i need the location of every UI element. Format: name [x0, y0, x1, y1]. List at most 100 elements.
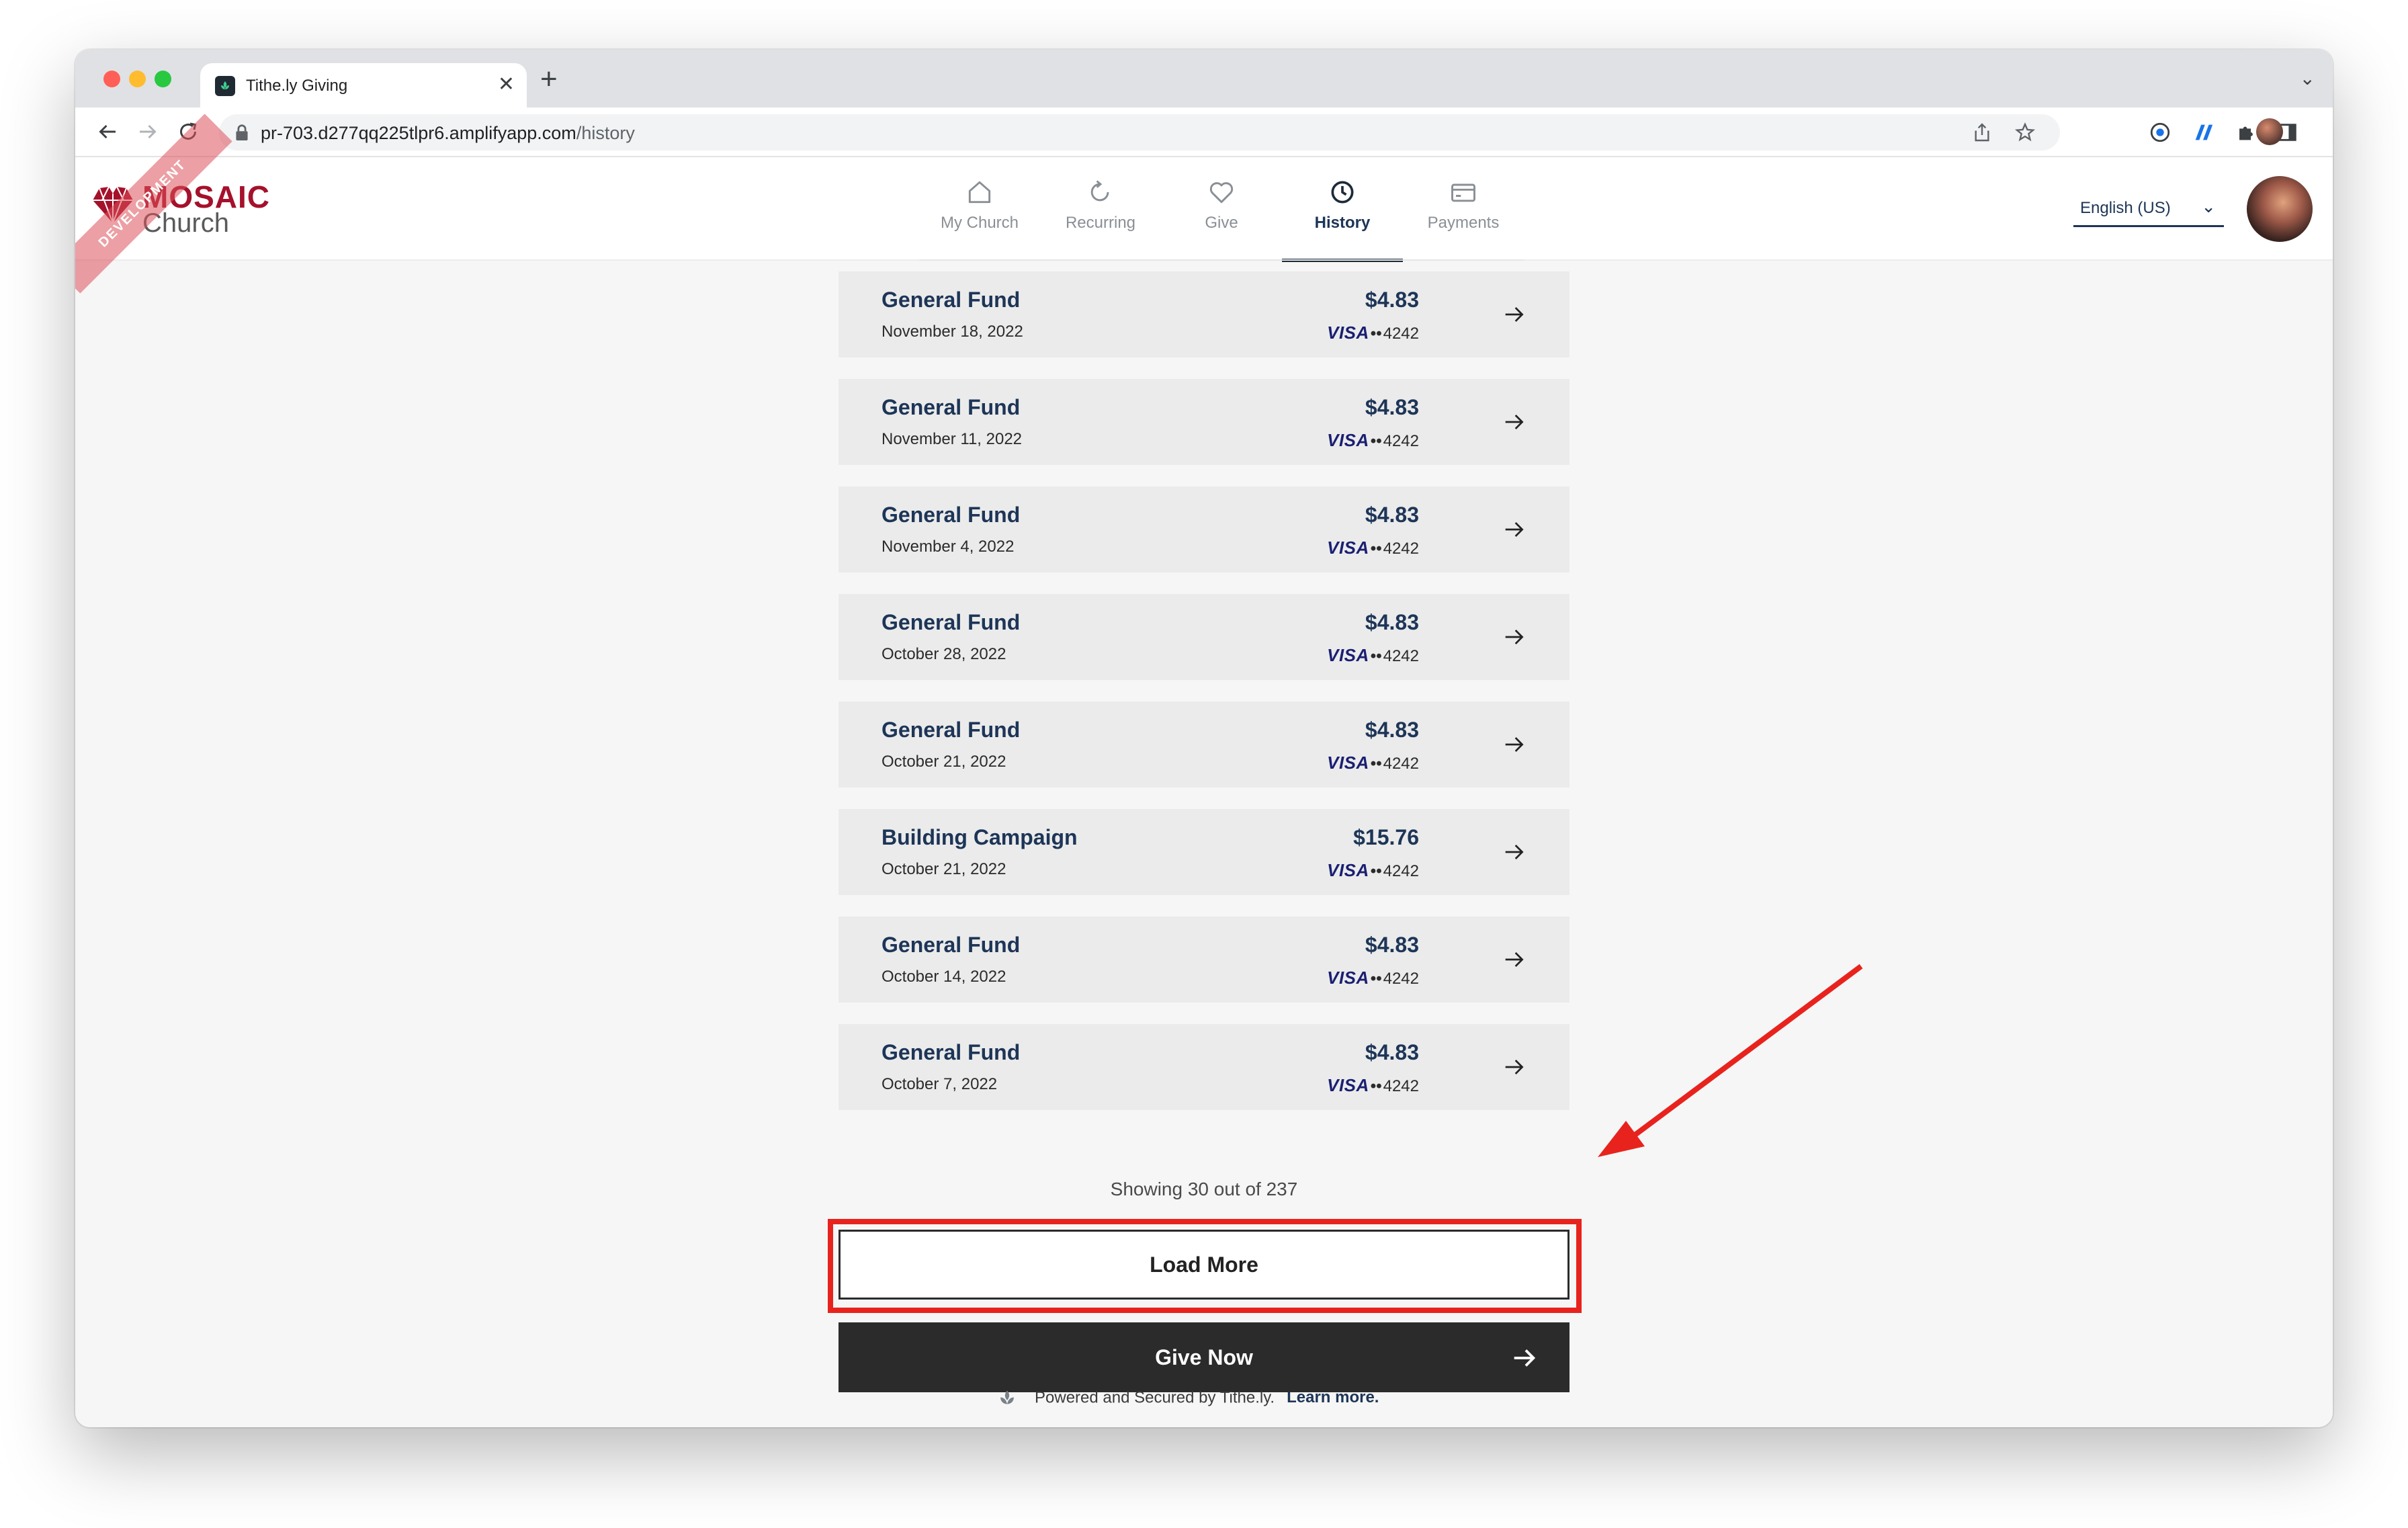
gift-date: November 11, 2022 [882, 430, 1023, 448]
nav-my-church[interactable]: My Church [919, 157, 1040, 261]
browser-tab[interactable]: Tithe.ly Giving ✕ [200, 63, 527, 108]
load-more-button[interactable]: Load More [838, 1230, 1570, 1300]
fund-name: Building Campaign [882, 825, 1078, 849]
user-avatar[interactable] [2247, 176, 2313, 242]
url-text: pr-703.d277qq225tlpr6.amplifyapp.com/his… [261, 123, 635, 143]
visa-logo-icon: VISA [1327, 860, 1369, 880]
gift-amount: $4.83 [1365, 395, 1419, 419]
give-now-button[interactable]: Give Now [838, 1322, 1570, 1392]
browser-profile-avatar[interactable] [2256, 118, 2283, 145]
history-row[interactable]: General Fund October 7, 2022 $4.83 VISA•… [838, 1024, 1570, 1110]
extension-1-icon[interactable] [2149, 121, 2172, 144]
nav-label: My Church [940, 214, 1019, 232]
arrow-right-icon[interactable] [1501, 516, 1528, 543]
page: MOSAIC Church DEVELOPMENT My Church Recu… [75, 114, 2333, 1427]
gift-amount: $4.83 [1365, 288, 1419, 312]
app-header: MOSAIC Church DEVELOPMENT My Church Recu… [75, 114, 2333, 294]
visa-logo-icon: VISA [1327, 968, 1369, 988]
arrow-right-icon[interactable] [1501, 409, 1528, 435]
arrow-right-icon[interactable] [1501, 1054, 1528, 1080]
visa-logo-icon: VISA [1327, 538, 1369, 558]
gift-amount: $4.83 [1365, 610, 1419, 634]
fund-name: General Fund [882, 933, 1021, 957]
fund-name: General Fund [882, 503, 1021, 527]
fund-name: General Fund [882, 395, 1021, 419]
card-info: VISA••4242 [1327, 860, 1419, 880]
extensions-puzzle-icon[interactable] [2235, 121, 2258, 144]
tithely-favicon-icon [215, 76, 235, 96]
visa-logo-icon: VISA [1327, 753, 1369, 773]
fund-name: General Fund [882, 718, 1021, 742]
history-row[interactable]: General Fund October 21, 2022 $4.83 VISA… [838, 702, 1570, 788]
gift-date: October 14, 2022 [882, 968, 1006, 986]
arrow-right-icon[interactable] [1501, 839, 1528, 865]
learn-more-link[interactable]: Learn more. [1287, 1388, 1379, 1406]
arrow-right-icon[interactable] [1501, 301, 1528, 328]
history-list: General Fund November 18, 2022 $4.83 VIS… [838, 271, 1570, 1132]
showing-count: Showing 30 out of 237 [1110, 1179, 1298, 1199]
history-row[interactable]: General Fund November 11, 2022 $4.83 VIS… [838, 379, 1570, 465]
nav-label: History [1314, 214, 1371, 232]
card-info: VISA••4242 [1327, 968, 1419, 988]
arrow-right-icon[interactable] [1501, 946, 1528, 973]
fund-name: General Fund [882, 288, 1021, 312]
lock-icon[interactable] [234, 123, 250, 142]
main-nav: My Church Recurring Give History Payment… [919, 157, 1524, 262]
arrow-right-icon [1514, 1349, 1536, 1367]
gift-amount: $15.76 [1353, 825, 1419, 849]
bookmark-star-icon[interactable] [2014, 122, 2036, 143]
tab-title: Tithe.ly Giving [246, 77, 348, 95]
tithely-leaf-icon [1000, 1390, 1014, 1404]
tab-close-icon[interactable]: ✕ [498, 73, 515, 97]
forward-icon[interactable] [136, 120, 160, 144]
language-select[interactable]: English (US) ⌄ [2073, 195, 2224, 227]
history-row[interactable]: General Fund October 28, 2022 $4.83 VISA… [838, 594, 1570, 680]
gift-amount: $4.83 [1365, 718, 1419, 742]
nav-divider [919, 259, 1524, 261]
card-info: VISA••4242 [1327, 753, 1419, 773]
nav-history[interactable]: History [1282, 157, 1403, 262]
card-info: VISA••4242 [1327, 645, 1419, 665]
close-window-button[interactable] [103, 71, 120, 87]
chevron-down-icon: ⌄ [2201, 196, 2216, 216]
back-icon[interactable] [95, 120, 120, 144]
minimize-window-button[interactable] [129, 71, 146, 87]
card-info: VISA••4242 [1327, 430, 1419, 450]
browser-toolbar: pr-703.d277qq225tlpr6.amplifyapp.com/his… [75, 108, 2333, 157]
visa-logo-icon: VISA [1327, 1075, 1369, 1095]
nav-payments[interactable]: Payments [1403, 157, 1524, 261]
maximize-window-button[interactable] [155, 71, 171, 87]
history-row[interactable]: General Fund November 18, 2022 $4.83 VIS… [838, 271, 1570, 357]
nav-label: Give [1205, 214, 1238, 232]
gift-date: October 7, 2022 [882, 1075, 998, 1093]
gift-date: November 4, 2022 [882, 538, 1015, 556]
gift-amount: $4.83 [1365, 933, 1419, 957]
nav-recurring[interactable]: Recurring [1040, 157, 1161, 261]
fund-name: General Fund [882, 1040, 1021, 1064]
give-now-label: Give Now [1155, 1345, 1253, 1369]
tab-strip: Tithe.ly Giving ✕ + ⌄ [75, 50, 2333, 108]
fund-name: General Fund [882, 610, 1021, 634]
gift-date: October 28, 2022 [882, 645, 1006, 663]
history-row[interactable]: General Fund October 14, 2022 $4.83 VISA… [838, 917, 1570, 1003]
heart-icon [1209, 182, 1234, 204]
share-icon[interactable] [1971, 122, 1993, 143]
address-bar[interactable]: pr-703.d277qq225tlpr6.amplifyapp.com/his… [219, 114, 2060, 151]
gift-amount: $4.83 [1365, 503, 1419, 527]
gift-date: October 21, 2022 [882, 753, 1006, 771]
arrow-right-icon[interactable] [1501, 731, 1528, 758]
extension-2-icon[interactable] [2192, 121, 2214, 144]
gift-amount: $4.83 [1365, 1040, 1419, 1064]
nav-give[interactable]: Give [1161, 157, 1282, 261]
footer: Powered and Secured by Tithe.ly. Learn mo… [996, 1387, 1379, 1410]
visa-logo-icon: VISA [1327, 645, 1369, 665]
new-tab-button[interactable]: + [540, 65, 558, 94]
card-icon [1451, 183, 1475, 202]
history-row[interactable]: Building Campaign October 21, 2022 $15.7… [838, 809, 1570, 895]
history-row[interactable]: General Fund November 4, 2022 $4.83 VISA… [838, 486, 1570, 572]
card-info: VISA••4242 [1327, 323, 1419, 343]
card-info: VISA••4242 [1327, 538, 1419, 558]
tab-search-icon[interactable]: ⌄ [2300, 67, 2315, 89]
arrow-right-icon[interactable] [1501, 624, 1528, 650]
gift-date: November 18, 2022 [882, 323, 1023, 341]
